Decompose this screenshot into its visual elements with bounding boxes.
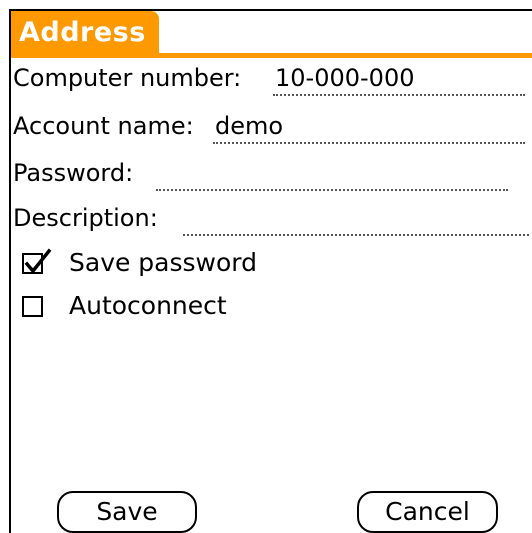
password-row: Password: [13,155,532,191]
account-name-label: Account name: [13,112,194,140]
description-label: Description: [13,204,158,232]
account-name-field[interactable]: demo [213,108,525,144]
checkbox-unchecked-icon[interactable] [22,296,43,317]
autoconnect-label: Autoconnect [69,291,227,320]
cancel-button[interactable]: Cancel [357,491,498,533]
computer-number-field[interactable]: 10-000-000 [273,60,525,96]
form-title: Address [11,11,159,53]
save-password-label: Save password [69,248,258,277]
account-name-row: Account name: demo [13,108,532,144]
description-field[interactable] [183,200,529,236]
checkbox-checked-icon[interactable] [22,248,52,274]
computer-number-label: Computer number: [13,64,242,92]
save-button[interactable]: Save [57,491,197,533]
description-row: Description: [13,200,532,236]
computer-number-row: Computer number: 10-000-000 [13,60,532,96]
password-field[interactable] [156,155,508,191]
password-label: Password: [13,159,134,187]
autoconnect-checkbox[interactable]: Autoconnect [22,289,322,323]
title-underline [11,53,532,58]
save-password-checkbox[interactable]: Save password [22,246,322,280]
